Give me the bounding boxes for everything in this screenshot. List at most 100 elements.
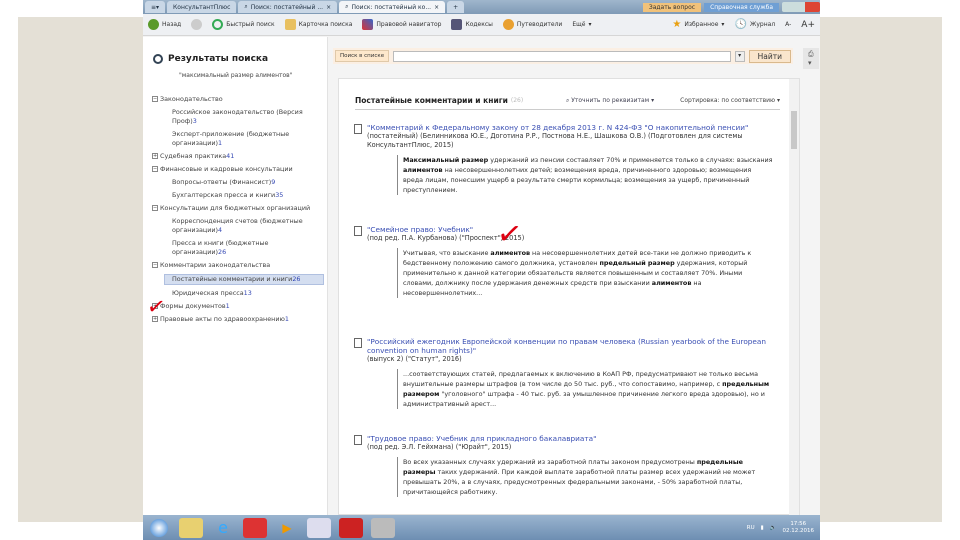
tree-item[interactable]: Бухгалтерская пресса и книги35 xyxy=(152,191,324,200)
font-decrease-button[interactable]: A- xyxy=(785,21,791,28)
result-title-link[interactable]: "Российский ежегодник Европейской конвен… xyxy=(353,337,773,355)
result-title-link[interactable]: "Семейное право: Учебник" xyxy=(353,225,773,236)
tree-item[interactable]: Эксперт-приложение (бюджетные организаци… xyxy=(152,130,324,148)
tree-item-label: Законодательство xyxy=(160,95,223,103)
window-controls[interactable] xyxy=(782,2,820,12)
tree-item[interactable]: Российское законодательство (Версия Проф… xyxy=(152,108,324,126)
menu-button[interactable]: ≡▾ xyxy=(145,1,166,13)
result-meta: (выпуск 2) ("Статут", 2016) xyxy=(367,355,462,363)
journal-label: Журнал xyxy=(749,21,776,28)
forward-button[interactable] xyxy=(191,19,203,30)
scrollbar-thumb[interactable] xyxy=(791,111,797,149)
ask-question-button[interactable]: Задать вопрос xyxy=(642,2,702,12)
font-increase-button[interactable]: A+ xyxy=(801,20,815,30)
tree-item-label: Корреспонденция счетов (бюджетные органи… xyxy=(172,217,303,234)
system-tray: RU ▮ 🔈 17:56 02.12.2016 xyxy=(747,521,820,535)
highlighted-term: алиментов xyxy=(403,166,443,174)
search-card-button[interactable]: Карточка поиска xyxy=(284,19,352,30)
refine-filter-link[interactable]: ⌕ Уточнить по реквизитам ▾ xyxy=(566,97,654,105)
tree-item[interactable]: Корреспонденция счетов (бюджетные органи… xyxy=(152,217,324,235)
explorer-icon[interactable] xyxy=(179,517,203,538)
back-arrow-icon xyxy=(148,19,159,30)
acrobat-icon[interactable] xyxy=(339,517,363,538)
media-player-icon[interactable]: ▶ xyxy=(275,518,299,538)
collapse-icon[interactable]: − xyxy=(152,96,158,102)
volume-icon[interactable]: 🔈 xyxy=(770,525,777,531)
result-snippet: ...соответствующих статей, предлагаемых … xyxy=(397,369,773,409)
search-icon xyxy=(212,19,224,30)
tab-search-1[interactable]: ⌕ Поиск: постатейный ... × xyxy=(238,1,338,13)
more-menu[interactable]: Ещё ▾ xyxy=(572,21,591,28)
help-service-button[interactable]: Справочная служба xyxy=(704,2,779,12)
tree-item[interactable]: + Правовые акты по здравоохранению1 xyxy=(152,315,324,324)
tree-item-count: 9 xyxy=(271,178,276,186)
result-item: "Комментарий к Федеральному закону от 28… xyxy=(353,123,773,195)
favorites-button[interactable]: ★ Избранное ▾ xyxy=(672,19,724,30)
result-title-link[interactable]: "Комментарий к Федеральному закону от 28… xyxy=(353,123,773,134)
app-icon[interactable] xyxy=(371,517,395,538)
consultant-icon[interactable] xyxy=(307,517,331,538)
tab-home[interactable]: КонсультантПлюс xyxy=(167,1,237,13)
guides-button[interactable]: Путеводители xyxy=(502,19,562,30)
tree-item[interactable]: − Законодательство xyxy=(152,95,324,104)
tree-item-label: Консультации для бюджетных организаций xyxy=(160,204,311,212)
network-icon[interactable]: ▮ xyxy=(761,525,764,531)
new-tab-button[interactable]: + xyxy=(447,1,465,13)
taskbar: e ▶ RU ▮ 🔈 17:56 02.12.2016 xyxy=(143,515,820,540)
list-search-input[interactable] xyxy=(393,50,731,62)
snippet-text: таких удержаний. При каждой выплате зара… xyxy=(403,468,756,496)
scrollbar[interactable] xyxy=(789,79,799,516)
collapse-icon[interactable]: − xyxy=(152,166,158,172)
collapse-icon[interactable]: − xyxy=(152,205,158,211)
tree-item[interactable]: − Комментарии законодательства xyxy=(152,261,324,270)
tab-search-2[interactable]: ⌕ Поиск: постатейный ко... × xyxy=(339,1,446,13)
result-meta: (постатейный) (Белинникова Ю.Е., Доготин… xyxy=(367,132,743,149)
sort-dropdown[interactable]: Сортировка: по соответствию ▾ xyxy=(680,97,780,104)
tree-item-count: 13 xyxy=(243,289,252,297)
results-sidebar: Результаты поиска "максимальный размер а… xyxy=(143,37,328,515)
result-item: "Российский ежегодник Европейской конвен… xyxy=(353,337,773,409)
back-button[interactable]: Назад xyxy=(148,19,181,30)
tree-item[interactable]: + Формы документов1 xyxy=(152,302,324,311)
ie-icon[interactable]: e xyxy=(211,518,235,538)
tree-item[interactable]: Юридическая пресса13 xyxy=(152,289,324,298)
app-window: ≡▾ КонсультантПлюс ⌕ Поиск: постатейный .… xyxy=(143,0,820,540)
tree-item-label: Вопросы-ответы (Финансист) xyxy=(172,178,272,186)
tree-item[interactable]: Вопросы-ответы (Финансист)9 xyxy=(152,178,324,187)
codes-button[interactable]: Кодексы xyxy=(451,19,493,30)
search-icon: ⌕ xyxy=(345,3,349,10)
snippet-text: на несовершеннолетних детей; возмещения … xyxy=(403,166,752,194)
tree-item-label: Юридическая пресса xyxy=(172,289,244,297)
journal-button[interactable]: 🕓 Журнал xyxy=(734,19,775,30)
collapse-icon[interactable]: − xyxy=(152,262,158,268)
book-icon xyxy=(451,19,463,30)
tree-item-count: 1 xyxy=(218,139,223,147)
tree-item[interactable]: − Финансовые и кадровые консультации xyxy=(152,165,324,174)
snippet-text: Во всех указанных случаях удержаний из з… xyxy=(403,458,697,466)
result-item: "Семейное право: Учебник" (под ред. П.А. … xyxy=(353,225,773,298)
start-button[interactable] xyxy=(147,518,171,538)
snippet-text: удержаний из пенсии составляет 70% и при… xyxy=(488,156,773,164)
tree-item-count: 41 xyxy=(226,152,235,160)
find-button[interactable]: Найти xyxy=(748,49,791,63)
result-meta: (под ред. П.А. Курбанова) ("Проспект", 2… xyxy=(367,234,525,242)
print-button[interactable]: ⎙ ▾ xyxy=(803,48,819,69)
app-red-icon[interactable] xyxy=(243,517,267,538)
star-icon: ★ xyxy=(672,19,682,30)
navigator-button[interactable]: Правовой навигатор xyxy=(362,19,441,30)
search-history-dropdown[interactable]: ▾ xyxy=(734,50,745,62)
tree-item[interactable]: Пресса и книги (бюджетные организации)26 xyxy=(152,239,324,257)
tree-item-label: Судебная практика xyxy=(160,152,227,160)
quick-search-button[interactable]: Быстрый поиск xyxy=(212,19,275,30)
highlighted-term: предельный размер xyxy=(599,259,675,267)
sidebar-title-text: Результаты поиска xyxy=(168,54,269,64)
tree-item[interactable]: + Судебная практика41 xyxy=(152,152,324,161)
expand-icon[interactable]: + xyxy=(152,153,158,159)
tree-item[interactable]: Постатейные комментарии и книги26 xyxy=(164,274,324,285)
language-indicator[interactable]: RU xyxy=(747,525,755,531)
result-title-link[interactable]: "Трудовое право: Учебник для прикладного… xyxy=(353,434,773,445)
tree-item[interactable]: − Консультации для бюджетных организаций xyxy=(152,204,324,213)
search-in-list-label: Поиск в списке xyxy=(335,50,390,62)
clock[interactable]: 17:56 02.12.2016 xyxy=(783,521,815,535)
navigator-label: Правовой навигатор xyxy=(376,21,442,28)
